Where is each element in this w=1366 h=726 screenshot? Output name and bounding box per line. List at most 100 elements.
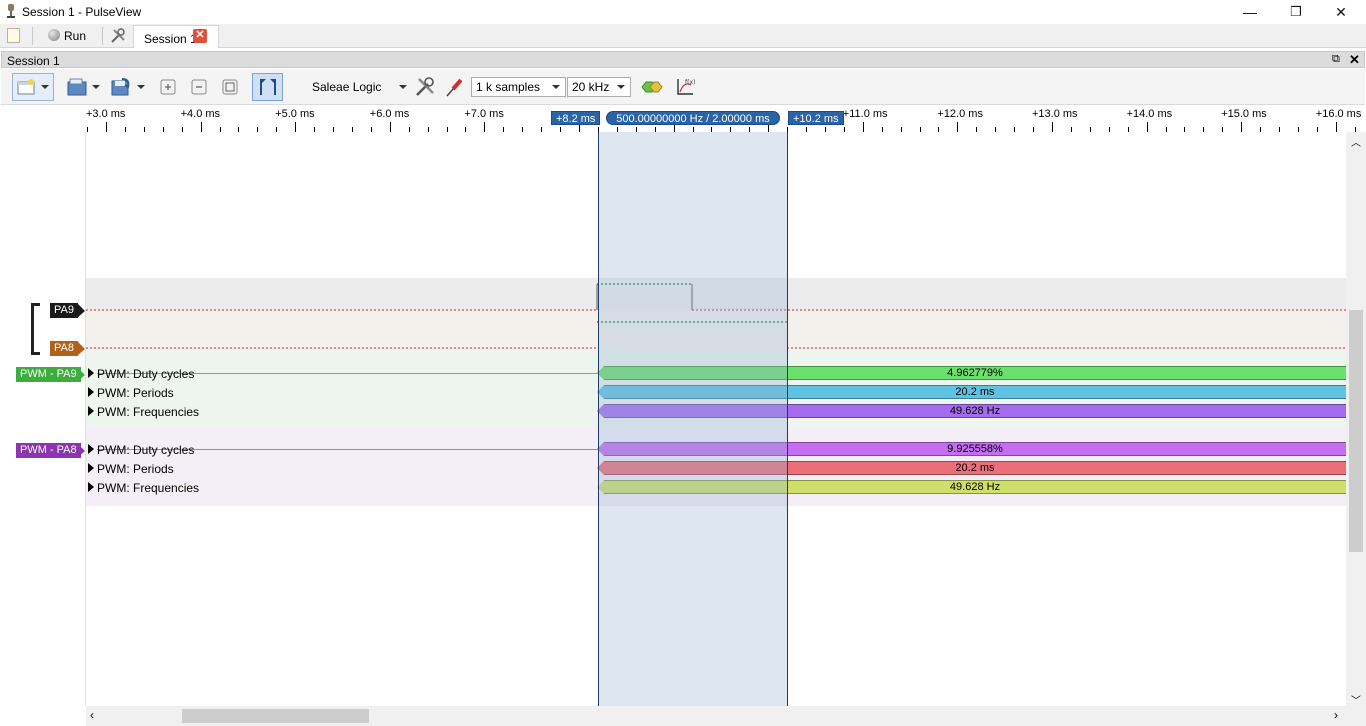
decoder-label-pa8[interactable]: PWM - PA8 — [16, 443, 81, 458]
row-label: PWM: Frequencies — [97, 481, 200, 495]
run-button[interactable]: Run — [64, 29, 86, 43]
close-tab-icon[interactable]: ✕ — [193, 29, 207, 43]
trace-view[interactable]: PA9 PA8 PWM - PA9 PWM: Duty cycles 4.962… — [0, 132, 1346, 706]
cursor-span-label[interactable]: 500.00000000 Hz / 2.00000 ms — [606, 111, 780, 125]
probes-button[interactable] — [443, 73, 467, 101]
window-title-bar: Session 1 - PulseView — ❐ ✕ — [0, 0, 1366, 24]
expand-row-icon[interactable] — [88, 482, 94, 492]
ruler-major-tick — [484, 122, 486, 132]
chevron-down-icon — [136, 85, 145, 89]
ruler-tick-label: +3.0 ms — [86, 108, 126, 120]
scroll-right-icon[interactable]: › — [1334, 708, 1338, 722]
add-math-signal-button[interactable]: f(x) — [673, 73, 697, 101]
expand-row-icon[interactable] — [88, 368, 94, 378]
device-config-icon — [416, 77, 434, 96]
ruler-major-tick — [295, 122, 297, 132]
samplerate-select[interactable]: 20 kHz — [567, 77, 631, 97]
run-icon[interactable] — [48, 29, 60, 41]
cursor-right-line[interactable] — [787, 132, 788, 706]
float-dock-icon[interactable]: ⧉ — [1332, 53, 1340, 66]
ruler-tick-label: +13.0 ms — [1032, 108, 1078, 120]
ruler-tick-label: +11.0 ms — [842, 108, 888, 120]
zoom-in-button[interactable] — [157, 73, 179, 101]
save-button[interactable] — [106, 73, 148, 101]
ruler-major-tick — [1335, 122, 1337, 132]
row-label: PWM: Duty cycles — [97, 367, 195, 381]
decoder-label-pa9[interactable]: PWM - PA9 — [16, 367, 81, 382]
new-view-button[interactable] — [12, 73, 54, 101]
ruler-tick-label: +6.0 ms — [369, 108, 410, 120]
footer-spacer — [0, 706, 86, 726]
device-selector[interactable]: Saleae Logic — [306, 73, 410, 101]
row-label: PWM: Periods — [97, 462, 174, 476]
cursors-toggle-button[interactable] — [252, 73, 283, 101]
scroll-down-icon[interactable]: ﹀ — [1351, 692, 1361, 707]
main-tab-bar: Run Session 1 ✕ — [0, 24, 1366, 48]
expand-row-icon[interactable] — [88, 444, 94, 454]
label-pointer — [77, 341, 85, 356]
ruler-tick-label: +14.0 ms — [1126, 108, 1173, 120]
row-label: PWM: Periods — [97, 386, 174, 400]
zoom-out-icon — [191, 79, 207, 95]
settings-tools-icon[interactable] — [110, 28, 126, 44]
samples-select[interactable]: 1 k samples — [471, 77, 566, 97]
cursor-region[interactable] — [598, 132, 788, 706]
cursors-icon — [259, 79, 276, 95]
separator — [32, 27, 33, 45]
scroll-corner — [1346, 706, 1366, 726]
zoom-in-icon — [160, 79, 176, 95]
scroll-up-icon[interactable]: ︿ — [1351, 134, 1361, 149]
ruler-major-tick — [200, 122, 202, 132]
zoom-out-button[interactable] — [188, 73, 210, 101]
ruler-major-tick — [1241, 122, 1243, 132]
expand-row-icon[interactable] — [88, 406, 94, 416]
scroll-left-icon[interactable]: ‹ — [90, 708, 94, 722]
signal-group-bracket — [31, 303, 40, 355]
time-ruler[interactable]: +3.0 ms +4.0 ms +5.0 ms +6.0 ms +7.0 ms +11.0… — [86, 106, 1362, 132]
chevron-down-icon — [617, 85, 625, 89]
math-icon: f(x) — [677, 79, 695, 95]
horizontal-scroll-thumb[interactable] — [182, 709, 369, 723]
zoom-fit-button[interactable] — [219, 73, 241, 101]
pulseview-app-icon — [7, 4, 15, 18]
close-dock-icon[interactable]: ✕ — [1349, 52, 1360, 68]
samples-value: 1 k samples — [476, 80, 541, 94]
ruler-major-tick — [106, 122, 107, 132]
ruler-tick-label: +5.0 ms — [275, 108, 315, 120]
signal-label-pa9[interactable]: PA9 — [50, 303, 78, 318]
main-toolbar: Saleae Logic 1 k samples 20 kHz f(x) — [1, 69, 1365, 105]
ruler-tick-label: +7.0 ms — [464, 108, 504, 120]
close-window-button[interactable]: ✕ — [1318, 0, 1364, 24]
tab-session-1[interactable]: Session 1 ✕ — [133, 25, 219, 48]
cursor-left-flag[interactable]: +8.2 ms — [551, 111, 601, 125]
restore-button[interactable]: ❐ — [1273, 0, 1319, 24]
device-config-button[interactable] — [413, 73, 437, 101]
expand-row-icon[interactable] — [88, 463, 94, 473]
separator — [102, 27, 103, 45]
minimize-button[interactable]: — — [1227, 0, 1273, 24]
vertical-scroll-thumb[interactable] — [1349, 310, 1363, 552]
ruler-major-tick — [957, 122, 959, 132]
label-pointer — [77, 443, 85, 458]
chevron-down-icon — [91, 85, 100, 89]
row-label: PWM: Frequencies — [97, 405, 200, 419]
add-decoder-button[interactable] — [640, 73, 664, 101]
samplerate-value: 20 kHz — [572, 80, 610, 94]
open-icon — [67, 78, 86, 96]
svg-text:f(x): f(x) — [685, 79, 695, 86]
signal-label-pa8[interactable]: PA8 — [50, 341, 78, 356]
chevron-down-icon — [41, 85, 49, 89]
cursor-right-flag[interactable]: +10.2 ms — [788, 111, 844, 125]
horizontal-scrollbar[interactable]: ‹ › — [86, 706, 1346, 726]
device-name: Saleae Logic — [312, 80, 382, 94]
cursor-left-line[interactable] — [598, 132, 599, 706]
chevron-down-icon — [552, 85, 560, 89]
vertical-scrollbar[interactable]: ︿ ﹀ — [1346, 132, 1366, 707]
open-button[interactable] — [64, 73, 102, 101]
expand-row-icon[interactable] — [88, 387, 94, 397]
probe-icon — [446, 78, 463, 97]
ruler-tick-label: +12.0 ms — [937, 108, 983, 120]
new-session-icon[interactable] — [7, 28, 20, 43]
ruler-tick-label: +16.0 ms — [1315, 108, 1362, 120]
window-title: Session 1 - PulseView — [22, 5, 142, 19]
